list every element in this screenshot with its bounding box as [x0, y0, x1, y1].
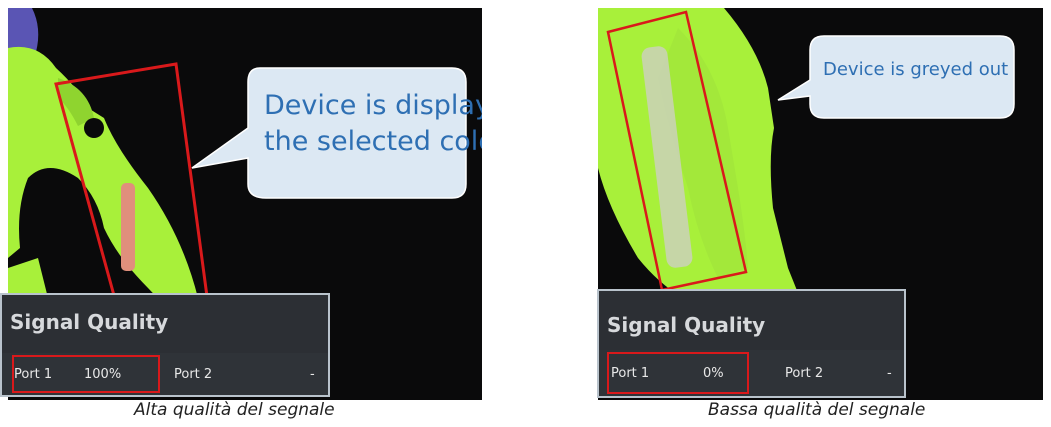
port2-value: - — [310, 367, 315, 382]
port1-highlight-box — [12, 355, 160, 393]
left-callout-text: Device is displayed in the selected colo… — [264, 90, 482, 157]
signal-quality-panel-left: Signal Quality Port 1 100% Port 2 - — [0, 293, 330, 397]
port1-highlight-box — [607, 352, 749, 394]
caption-right: Bassa qualità del segnale — [708, 400, 926, 420]
signal-quality-title: Signal Quality — [607, 313, 766, 337]
caption-left: Alta qualità del segnale — [134, 400, 335, 420]
signal-quality-row: Port 1 100% Port 2 - — [2, 353, 328, 395]
right-callout-text: Device is greyed out — [823, 59, 1009, 80]
signal-quality-title: Signal Quality — [10, 310, 169, 334]
device-left — [121, 183, 135, 271]
signal-quality-row: Port 1 0% Port 2 - — [599, 350, 904, 396]
port2-label: Port 2 — [174, 367, 213, 382]
port2-value: - — [887, 366, 892, 381]
signal-quality-panel-right: Signal Quality Port 1 0% Port 2 - — [597, 289, 906, 398]
port2-label: Port 2 — [785, 366, 824, 381]
